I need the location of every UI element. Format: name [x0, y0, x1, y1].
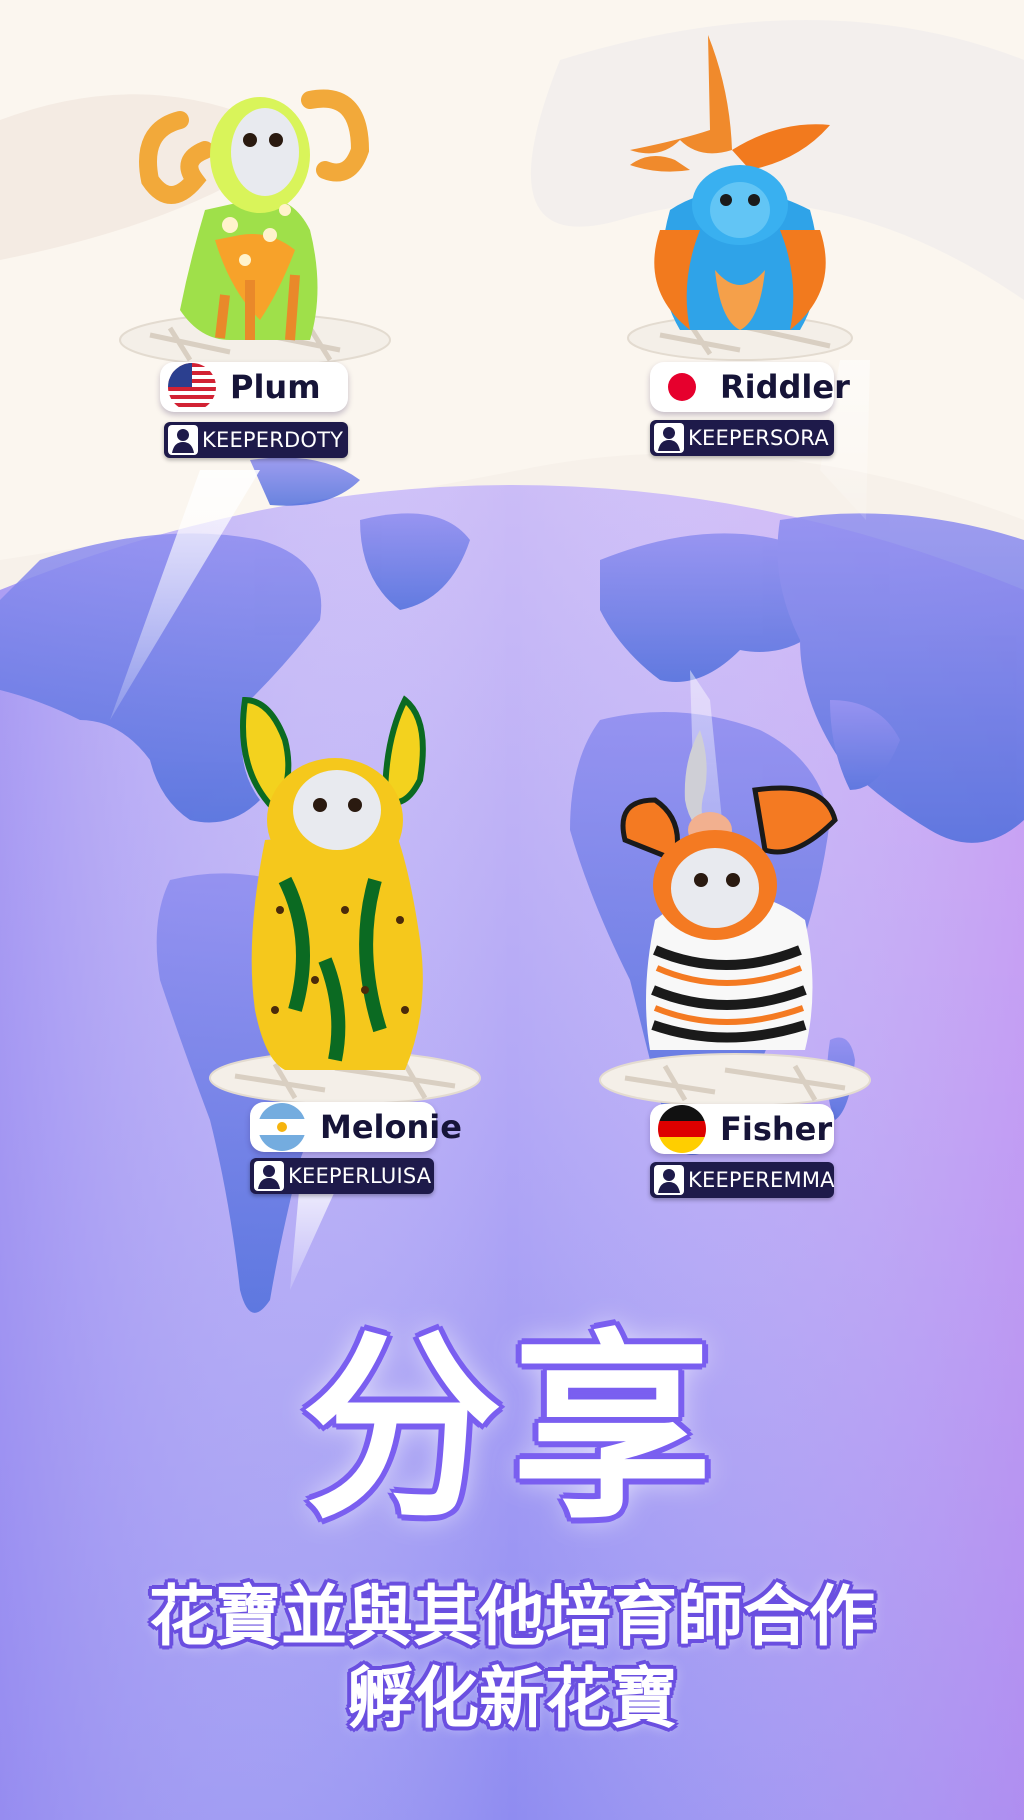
user-icon — [168, 425, 198, 455]
creature-name-tag-plum[interactable]: Plum — [160, 362, 348, 412]
user-icon — [654, 423, 684, 453]
creature-melonie[interactable] — [205, 680, 485, 1105]
creature-riddler[interactable] — [620, 30, 860, 361]
headline-share: 分享 — [301, 1313, 722, 1546]
keeper-username: KEEPERSORA — [688, 426, 829, 450]
germany-flag-icon — [658, 1105, 706, 1153]
creature-name-tag-melonie[interactable]: Melonie — [250, 1102, 462, 1152]
creature-name: Fisher — [720, 1110, 833, 1148]
creature-name: Plum — [230, 368, 321, 406]
creature-name: Riddler — [720, 368, 850, 406]
keeper-username: KEEPERLUISA — [288, 1164, 432, 1188]
creature-name-tag-fisher[interactable]: Fisher — [650, 1104, 834, 1154]
user-icon — [654, 1165, 684, 1195]
keeper-tag-plum[interactable]: KEEPERDOTY — [164, 422, 348, 458]
argentina-flag-icon — [258, 1103, 306, 1151]
keeper-tag-fisher[interactable]: KEEPEREMMA — [650, 1162, 835, 1198]
japan-flag-icon — [658, 363, 706, 411]
creature-name: Melonie — [320, 1108, 462, 1146]
keeper-tag-melonie[interactable]: KEEPERLUISA — [250, 1158, 434, 1194]
creature-plum[interactable] — [110, 60, 400, 370]
subline-line-1: 花寶並與其他培育師合作 — [149, 1578, 875, 1655]
user-icon — [254, 1161, 284, 1191]
keeper-username: KEEPERDOTY — [202, 428, 344, 452]
keeper-tag-riddler[interactable]: KEEPERSORA — [650, 420, 834, 456]
promo-screen: Plum KEEPERDOTY Riddler KEEPERSORA Melon… — [0, 0, 1024, 1820]
creature-name-tag-riddler[interactable]: Riddler — [650, 362, 850, 412]
subline-line-2: 孵化新花寶 — [347, 1660, 677, 1737]
keeper-username: KEEPEREMMA — [688, 1168, 835, 1192]
us-flag-icon — [168, 363, 216, 411]
creature-fisher[interactable] — [595, 720, 875, 1107]
